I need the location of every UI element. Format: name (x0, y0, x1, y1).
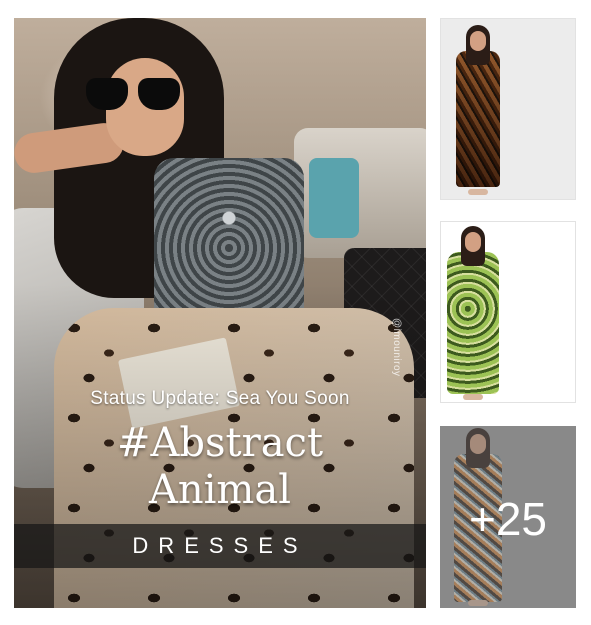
category-banner: DRESSES (14, 524, 426, 568)
model-feet (463, 394, 483, 400)
photo-credit-watermark: @imouniroy (391, 318, 402, 377)
animal-print-dress (456, 51, 500, 187)
status-update-text: Status Update: Sea You Soon (90, 388, 350, 409)
model-face (465, 232, 481, 252)
model-feet (468, 189, 488, 195)
model-face (470, 31, 486, 51)
green-snake-print-dress (447, 252, 499, 394)
more-items-count: +25 (468, 493, 548, 545)
product-thumbnail-3-more[interactable]: +25 (440, 426, 576, 608)
model-figure (447, 226, 543, 400)
category-banner-text: DRESSES (132, 533, 308, 558)
image-shade (14, 18, 426, 608)
product-thumbnail-2[interactable] (440, 221, 576, 403)
product-thumbnail-1[interactable] (440, 18, 576, 200)
collection-title-line-1: #Abstract (116, 420, 324, 466)
collection-title-line-2: Animal (148, 467, 291, 513)
collection-cover-image[interactable]: @imouniroy Status Update: Sea You Soon #… (14, 18, 426, 608)
model-figure (456, 25, 538, 195)
